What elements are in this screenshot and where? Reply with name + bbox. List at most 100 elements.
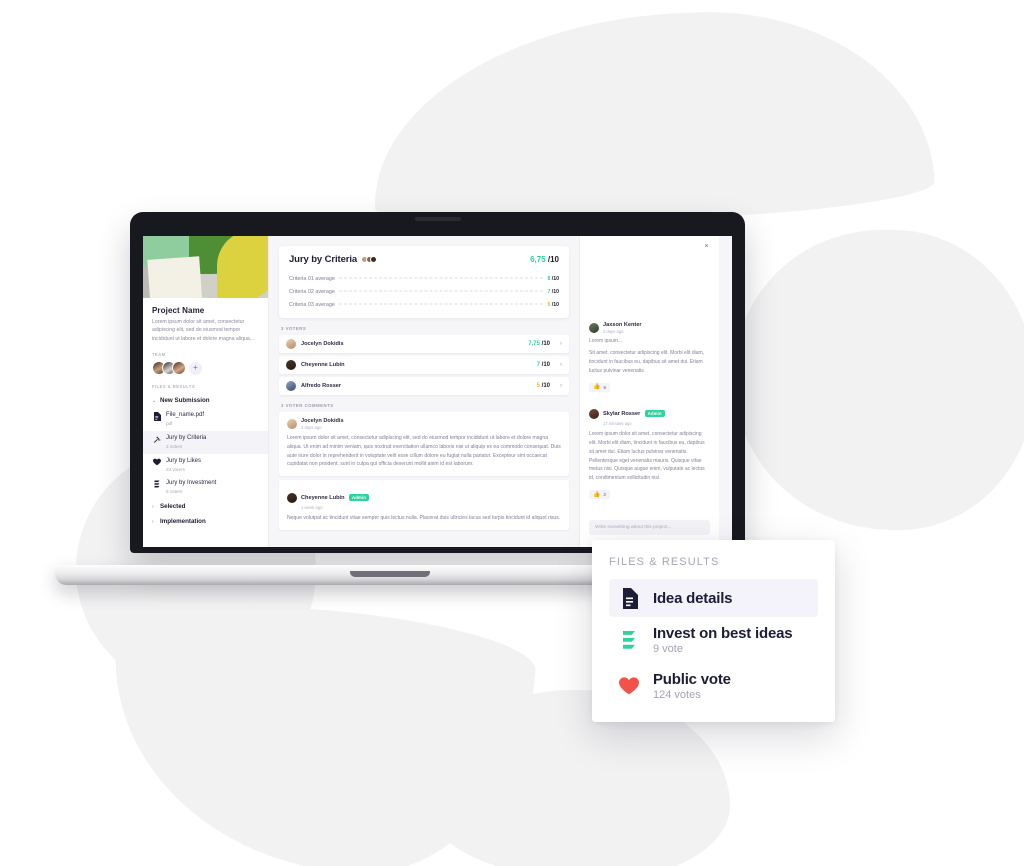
document-icon xyxy=(619,587,639,609)
voter-score: 5 /10 xyxy=(536,383,550,389)
comment-author: Jocelyn Dokidis xyxy=(301,418,344,424)
thumbs-up-icon: 👍 xyxy=(593,491,601,498)
laptop-screen: Project Name Lorem ipsum dolor sit amet,… xyxy=(143,236,732,547)
comment-header: Skylar Rosser Admin 17 minutes ago xyxy=(589,402,710,426)
team-avatars: + xyxy=(152,361,259,376)
avatar xyxy=(286,360,296,370)
voter-row[interactable]: Jocelyn Dokidis 7,75 /10 › xyxy=(279,335,569,353)
sidebar-group-label: Implementation xyxy=(160,518,206,526)
comment-timestamp: 1 week ago xyxy=(301,505,323,510)
chevron-right-icon: › xyxy=(152,518,154,525)
file-icon xyxy=(153,412,161,422)
sidebar-item-title: Jury by Likes xyxy=(166,457,202,464)
sidebar-item-title: Jury by Criteria xyxy=(166,435,207,441)
criteria-row: Criteria 01 average 8 /10 xyxy=(289,272,559,285)
add-team-member-button[interactable]: + xyxy=(189,361,202,375)
comment-body: Sit amet, consectetur adipiscing elit. M… xyxy=(589,350,705,374)
files-row-idea-details[interactable]: Idea details xyxy=(609,579,818,617)
chevron-right-icon[interactable]: › xyxy=(560,341,562,347)
files-row-invest-on-best-ideas[interactable]: Invest on best ideas 9 vote xyxy=(609,617,818,663)
sidebar-item-file[interactable]: File_name.pdf pdf xyxy=(143,408,268,431)
like-count: 6 xyxy=(603,384,607,390)
sidebar-group-new-submission[interactable]: ⌄ New Submission xyxy=(143,393,268,408)
comment-author: Skylar Rosser xyxy=(603,411,641,418)
comment-timestamp: 2 days ago xyxy=(603,329,624,334)
comment-author: Cheyenne Lubin xyxy=(301,495,345,501)
criteria-value: 5 /10 xyxy=(547,301,559,308)
voter-name: Cheyenne Lubin xyxy=(301,362,345,368)
files-row-label: Invest on best ideas xyxy=(653,625,793,642)
comment-header: Cheyenne Lubin Admin 1 week ago xyxy=(287,486,561,510)
comment-timestamp: 3 days ago xyxy=(301,425,322,430)
dotted-leader xyxy=(338,290,544,291)
chevron-right-icon[interactable]: › xyxy=(560,383,562,389)
avatar[interactable] xyxy=(172,361,186,376)
voter-row[interactable]: Alfredo Rosser 5 /10 › xyxy=(279,377,569,395)
files-row-count: 124 votes xyxy=(653,689,701,701)
files-and-results-card: FILES & RESULTS Idea details Invest on b… xyxy=(592,540,835,722)
sidebar-group-implementation[interactable]: › Implementation xyxy=(143,514,268,529)
sidebar-item-sub: 23 voters xyxy=(166,466,185,472)
avatar xyxy=(286,339,296,349)
comment-body: Lorem ipsum dolor sit amet, consectetur … xyxy=(589,431,705,481)
chevron-down-icon: ⌄ xyxy=(152,397,157,404)
sidebar-item-sub: pdf xyxy=(166,421,173,427)
close-icon[interactable]: × xyxy=(702,242,711,251)
sidebar-item-jury-by-investment[interactable]: Jury by Investment 9 voters xyxy=(143,476,268,499)
laptop-base-notch xyxy=(350,571,430,577)
background-blob-bottom xyxy=(101,595,539,866)
dotted-leader xyxy=(338,303,544,304)
sidebar-group-label: Selected xyxy=(160,503,186,511)
comments-section-label: 3 VOTER COMMENTS xyxy=(281,403,334,408)
chevron-right-icon[interactable]: › xyxy=(560,362,562,368)
heart-icon xyxy=(619,675,639,697)
comment-item: Jocelyn Dokidis 3 days ago Lorem ipsum d… xyxy=(279,412,569,476)
criteria-value: 8 /10 xyxy=(547,275,559,282)
comment-input[interactable]: Write something about this project... xyxy=(589,520,710,535)
app-window: Project Name Lorem ipsum dolor sit amet,… xyxy=(143,236,732,547)
jury-score-denominator: /10 xyxy=(547,255,559,264)
voter-score: 7,75 /10 xyxy=(528,341,550,347)
sidebar-item-jury-by-criteria[interactable]: Jury by Criteria 3 voters xyxy=(143,431,268,454)
voters-section-label: 3 VOTERS xyxy=(281,326,307,331)
like-button[interactable]: 👍 2 xyxy=(589,490,611,500)
sidebar-group-selected[interactable]: › Selected xyxy=(143,499,268,514)
voter-row[interactable]: Cheyenne Lubin 7 /10 › xyxy=(279,356,569,374)
invest-icon xyxy=(619,629,639,651)
comment-author: Jaxson Kenter xyxy=(603,322,642,328)
jury-total-score: 6,75 /10 xyxy=(530,255,559,264)
project-thumbnail xyxy=(143,236,268,298)
avatar xyxy=(287,493,297,503)
comment-body: Neque volutpat ac tincidunt vitae semper… xyxy=(287,515,561,521)
sidebar-item-title: Jury by Investment xyxy=(166,480,217,487)
comment-header: Jocelyn Dokidis 3 days ago xyxy=(287,418,561,430)
comment-header: Jaxson Kenter 2 days ago xyxy=(589,322,710,334)
status-badge: Admin xyxy=(348,494,369,501)
avatar xyxy=(287,419,297,429)
comment-body: Lorem ipsum dolor sit amet, consectetur … xyxy=(287,435,561,468)
sidebar-group-label: New Submission xyxy=(160,397,210,405)
files-row-public-vote[interactable]: Public vote 124 votes xyxy=(609,663,818,709)
project-description: Lorem ipsum dolor sit amet, consectetur … xyxy=(152,319,255,342)
avatar xyxy=(589,323,599,333)
chevron-right-icon: › xyxy=(152,503,154,510)
like-button[interactable]: 👍 6 xyxy=(589,382,611,392)
criteria-row: Criteria 03 average 5 /10 xyxy=(289,298,559,311)
thumbs-up-icon: 👍 xyxy=(593,384,601,391)
sidebar: Project Name Lorem ipsum dolor sit amet,… xyxy=(143,236,269,547)
comment-lead: Lorem ipsum... xyxy=(589,338,623,344)
files-row-label: Idea details xyxy=(653,589,733,607)
voter-name: Jocelyn Dokidis xyxy=(301,341,344,347)
sidebar-item-sub: 3 voters xyxy=(166,444,183,449)
criteria-label: Criteria 01 average xyxy=(289,275,335,282)
dotted-leader xyxy=(338,277,544,278)
files-results-label: FILES & RESULTS xyxy=(152,384,196,390)
team-label: TEAM xyxy=(152,352,166,358)
voter-name: Alfredo Rosser xyxy=(301,383,342,389)
files-and-results-title: FILES & RESULTS xyxy=(609,556,720,568)
gavel-icon xyxy=(153,435,161,444)
sidebar-item-jury-by-likes[interactable]: Jury by Likes 23 voters xyxy=(143,454,268,477)
avatar xyxy=(370,256,378,263)
sidebar-item-title: File_name.pdf xyxy=(166,412,205,419)
criteria-value: 7 /10 xyxy=(547,288,559,295)
